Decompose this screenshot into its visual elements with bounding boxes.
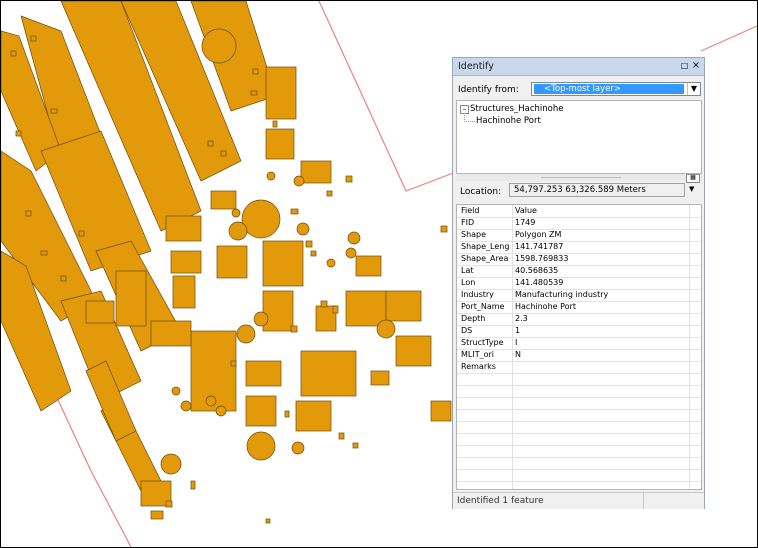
location-label: Location: xyxy=(460,187,502,197)
field-name: Port_Name xyxy=(461,302,505,311)
table-row[interactable]: Shape_Leng 141.741787 xyxy=(457,241,701,254)
close-icon[interactable]: × xyxy=(691,60,701,71)
table-row[interactable]: Remarks xyxy=(457,361,701,374)
grid-view-icon[interactable]: ▦ xyxy=(686,174,700,183)
field-value: 141.480539 xyxy=(515,278,564,287)
attribute-table: Field Value FID 1749 Shape Polygon ZM Shap… xyxy=(456,204,702,490)
field-name: Depth xyxy=(461,314,486,323)
field-name: DS xyxy=(461,326,473,335)
empty-row xyxy=(457,433,701,446)
table-row[interactable]: Shape Polygon ZM xyxy=(457,229,701,242)
map-frame: Identify □ × Identify from: <Top-most la… xyxy=(0,0,758,548)
field-value: 1749 xyxy=(515,218,536,227)
splitter-grip xyxy=(541,177,621,178)
field-value: 2.3 xyxy=(515,314,528,323)
tree-connector-line xyxy=(464,113,475,122)
field-name: Lon xyxy=(461,278,476,287)
empty-row xyxy=(457,421,701,434)
field-value: 1598.769833 xyxy=(515,254,569,263)
empty-row xyxy=(457,469,701,482)
field-name: Shape xyxy=(461,230,487,239)
field-value: 40.568635 xyxy=(515,266,559,275)
location-units-icon[interactable]: ▼ xyxy=(689,185,694,193)
field-column-header[interactable]: Field xyxy=(461,206,511,215)
location-field[interactable]: 54,797.253 63,326.589 Meters xyxy=(509,183,685,197)
status-bar: Identified 1 feature xyxy=(453,492,704,509)
building-footprints xyxy=(1,1,452,524)
field-value: N xyxy=(515,350,521,359)
field-name: StructType xyxy=(461,338,504,347)
table-header-row: Field Value xyxy=(457,205,701,218)
identify-title-bar[interactable]: Identify □ × xyxy=(453,58,704,76)
field-name: FID xyxy=(461,218,475,227)
field-value: Polygon ZM xyxy=(515,230,562,239)
table-row[interactable]: StructType I xyxy=(457,337,701,350)
table-row[interactable]: Shape_Area 1598.769833 xyxy=(457,253,701,266)
status-text: Identified 1 feature xyxy=(457,496,544,506)
table-row[interactable]: Lat 40.568635 xyxy=(457,265,701,278)
field-name: Lat xyxy=(461,266,474,275)
field-name: Remarks xyxy=(461,362,496,371)
value-column-header[interactable]: Value xyxy=(515,206,537,215)
panel-splitter[interactable]: ▦ xyxy=(456,174,702,183)
table-row[interactable]: Depth 2.3 xyxy=(457,313,701,326)
field-name: Shape_Leng xyxy=(461,242,510,251)
empty-row xyxy=(457,385,701,398)
table-row[interactable]: Port_Name Hachinohe Port xyxy=(457,301,701,314)
identify-from-select[interactable]: <Top-most layer> ▼ xyxy=(531,82,701,96)
field-name: Shape_Area xyxy=(461,254,509,263)
empty-row xyxy=(457,409,701,422)
status-separator xyxy=(643,493,644,509)
table-row[interactable]: MLIT_ori N xyxy=(457,349,701,362)
table-row[interactable]: Lon 141.480539 xyxy=(457,277,701,290)
field-name: Industry xyxy=(461,290,494,299)
field-value: I xyxy=(515,338,518,347)
field-value: 1 xyxy=(515,326,521,335)
identify-from-value[interactable]: <Top-most layer> xyxy=(534,84,684,94)
identify-window: Identify □ × Identify from: <Top-most la… xyxy=(452,57,705,509)
chevron-down-icon[interactable]: ▼ xyxy=(687,83,700,95)
results-tree: – Structures_Hachinohe Hachinohe Port xyxy=(456,100,702,174)
field-value: Hachinohe Port xyxy=(515,302,576,311)
identify-title: Identify xyxy=(458,61,494,72)
table-row[interactable]: FID 1749 xyxy=(457,217,701,230)
field-value: 141.741787 xyxy=(515,242,564,251)
tree-layer-item[interactable]: Structures_Hachinohe xyxy=(470,104,563,114)
identify-from-label: Identify from: xyxy=(458,85,519,95)
tree-feature-item[interactable]: Hachinohe Port xyxy=(476,116,541,126)
field-name: MLIT_ori xyxy=(461,350,495,359)
dock-window-icon[interactable]: □ xyxy=(680,62,689,70)
empty-row xyxy=(457,373,701,386)
empty-row xyxy=(457,397,701,410)
field-value: Manufacturing industry xyxy=(515,290,609,299)
table-row[interactable]: DS 1 xyxy=(457,325,701,338)
empty-row xyxy=(457,457,701,470)
empty-row xyxy=(457,445,701,458)
table-row[interactable]: Industry Manufacturing industry xyxy=(457,289,701,302)
